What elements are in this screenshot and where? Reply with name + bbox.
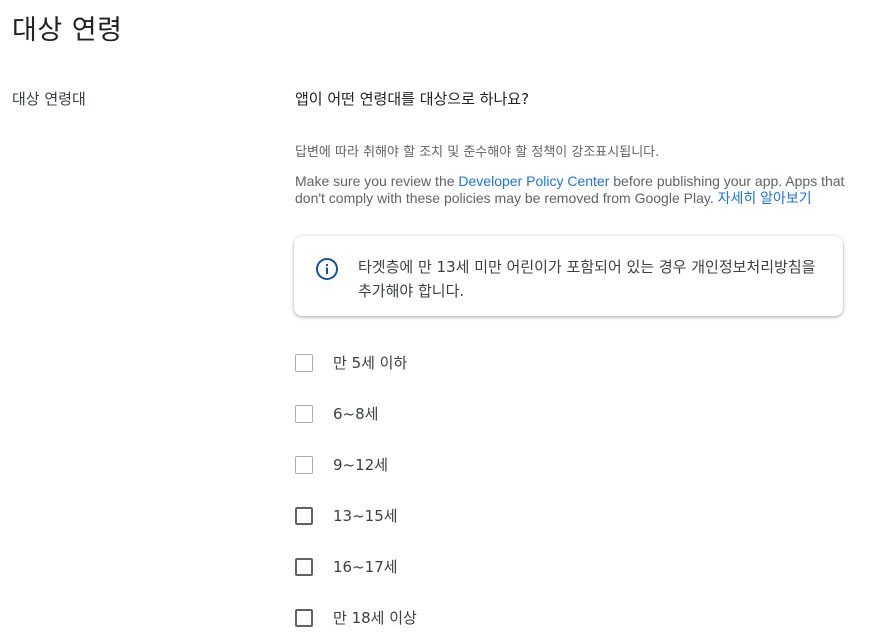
age-option-label: 6~8세 — [333, 405, 379, 423]
learn-more-link[interactable]: 자세히 알아보기 — [718, 190, 812, 206]
age-option-9-12[interactable]: 9~12세 — [295, 439, 417, 490]
question-text: 앱이 어떤 연령대를 대상으로 하나요? — [295, 90, 530, 108]
age-option-label: 9~12세 — [333, 456, 388, 474]
checkbox[interactable] — [295, 455, 313, 474]
age-option-18-plus[interactable]: 만 18세 이상 — [295, 592, 417, 643]
age-option-label: 만 5세 이하 — [333, 354, 408, 372]
age-option-16-17[interactable]: 16~17세 — [295, 541, 417, 592]
age-options-list: 만 5세 이하 6~8세 9~12세 13~15세 16~17세 만 18세 이… — [295, 337, 417, 643]
section-label: 대상 연령대 — [12, 90, 86, 108]
checkbox[interactable] — [295, 608, 313, 627]
developer-policy-center-link[interactable]: Developer Policy Center — [458, 173, 609, 189]
info-icon — [316, 258, 338, 280]
age-option-6-8[interactable]: 6~8세 — [295, 388, 417, 439]
policy-notice: Make sure you review the Developer Polic… — [295, 173, 855, 207]
checkbox[interactable] — [295, 404, 313, 423]
helper-text: 답변에 따라 취해야 할 조치 및 준수해야 할 정책이 강조표시됩니다. — [295, 145, 660, 160]
age-option-label: 만 18세 이상 — [333, 609, 417, 627]
privacy-policy-info-card: 타겟층에 만 13세 미만 어린이가 포함되어 있는 경우 개인정보처리방침을 … — [294, 236, 843, 316]
checkbox[interactable] — [295, 506, 313, 525]
info-card-text: 타겟층에 만 13세 미만 어린이가 포함되어 있는 경우 개인정보처리방침을 … — [358, 258, 816, 300]
checkbox[interactable] — [295, 557, 313, 576]
checkbox[interactable] — [295, 353, 313, 372]
age-option-under-5[interactable]: 만 5세 이하 — [295, 337, 417, 388]
policy-prefix: Make sure you review the — [295, 173, 459, 189]
age-option-label: 16~17세 — [333, 558, 398, 576]
age-option-13-15[interactable]: 13~15세 — [295, 490, 417, 541]
age-option-label: 13~15세 — [333, 507, 398, 525]
page-title: 대상 연령 — [12, 15, 123, 46]
